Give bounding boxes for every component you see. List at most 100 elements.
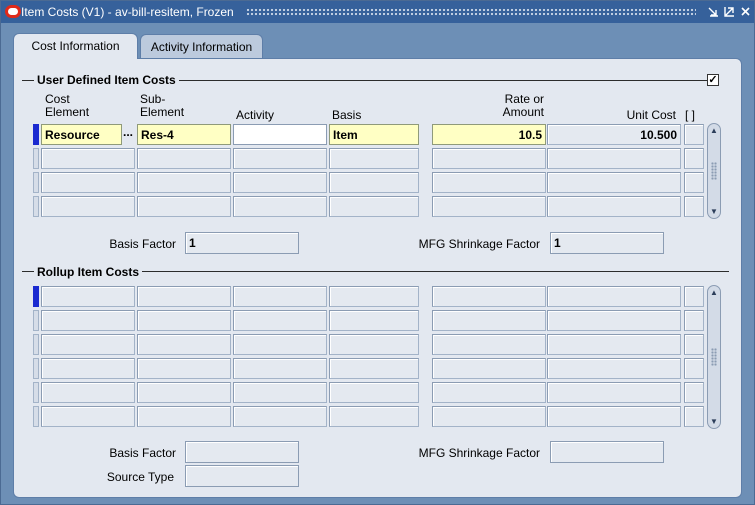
rollup-activity-field[interactable]: [233, 286, 327, 307]
cost-element-field[interactable]: [41, 196, 135, 217]
activity-field[interactable]: [233, 172, 327, 193]
rollup-sub-element-field[interactable]: [137, 334, 231, 355]
rollup-basis-field[interactable]: [329, 310, 419, 331]
unit-cost-field[interactable]: [547, 148, 681, 169]
rollup-activity-field[interactable]: [233, 334, 327, 355]
rollup-basis-field[interactable]: [329, 286, 419, 307]
descriptive-flexfield[interactable]: [684, 148, 704, 169]
rollup-rate-field[interactable]: [432, 310, 546, 331]
descriptive-flexfield[interactable]: [684, 196, 704, 217]
rate-or-amount-field[interactable]: 10.5: [432, 124, 546, 145]
close-icon[interactable]: [739, 5, 752, 18]
rollup-sub-element-field[interactable]: [137, 310, 231, 331]
rollup-activity-field[interactable]: [233, 310, 327, 331]
rate-or-amount-field[interactable]: [432, 148, 546, 169]
rollup-activity-field[interactable]: [233, 382, 327, 403]
sub-element-field[interactable]: [137, 148, 231, 169]
record-indicator[interactable]: [33, 148, 39, 169]
user-defined-checkbox[interactable]: ✓: [707, 74, 719, 86]
record-indicator[interactable]: [33, 196, 39, 217]
unit-cost-field[interactable]: [547, 196, 681, 217]
activity-field[interactable]: [233, 148, 327, 169]
sub-element-field[interactable]: [137, 172, 231, 193]
rollup-sub-element-field[interactable]: [137, 382, 231, 403]
cost-element-field[interactable]: [41, 148, 135, 169]
rollup-mfg-shrinkage-factor-field[interactable]: [550, 441, 664, 463]
basis-field[interactable]: [329, 196, 419, 217]
record-indicator[interactable]: [33, 310, 39, 331]
sub-element-field[interactable]: [137, 196, 231, 217]
descriptive-flexfield[interactable]: [684, 310, 704, 331]
rollup-unit-cost-field[interactable]: [547, 310, 681, 331]
rollup-cost-element-field[interactable]: [41, 358, 135, 379]
rollup-basis-field[interactable]: [329, 358, 419, 379]
basis-field[interactable]: Item: [329, 124, 419, 145]
scroll-thumb-grip[interactable]: [711, 348, 717, 366]
scroll-down-icon[interactable]: ▼: [709, 206, 719, 217]
rollup-basis-field[interactable]: [329, 382, 419, 403]
rate-or-amount-field[interactable]: [432, 172, 546, 193]
rollup-cost-element-field[interactable]: [41, 286, 135, 307]
record-indicator[interactable]: [33, 358, 39, 379]
scroll-up-icon[interactable]: ▲: [709, 287, 719, 298]
rollup-basis-field[interactable]: [329, 406, 419, 427]
rollup-basis-factor-field[interactable]: [185, 441, 299, 463]
mfg-shrinkage-factor-field[interactable]: 1: [550, 232, 664, 254]
record-indicator[interactable]: [33, 382, 39, 403]
sub-element-field[interactable]: Res-4: [137, 124, 231, 145]
rollup-rate-field[interactable]: [432, 406, 546, 427]
descriptive-flexfield[interactable]: [684, 334, 704, 355]
descriptive-flexfield[interactable]: [684, 382, 704, 403]
rollup-unit-cost-field[interactable]: [547, 358, 681, 379]
rollup-sub-element-field[interactable]: [137, 358, 231, 379]
scroll-down-icon[interactable]: ▼: [709, 416, 719, 427]
title-bar[interactable]: Item Costs (V1) - av-bill-resitem, Froze…: [1, 1, 754, 23]
rollup-rate-field[interactable]: [432, 382, 546, 403]
descriptive-flexfield[interactable]: [684, 358, 704, 379]
rollup-rate-field[interactable]: [432, 358, 546, 379]
record-indicator[interactable]: [33, 172, 39, 193]
rollup-cost-element-field[interactable]: [41, 382, 135, 403]
current-record-indicator[interactable]: [33, 286, 39, 307]
descriptive-flexfield[interactable]: [684, 124, 704, 145]
source-type-field[interactable]: [185, 465, 299, 487]
scroll-thumb-grip[interactable]: [711, 162, 717, 180]
rollup-activity-field[interactable]: [233, 358, 327, 379]
lov-button[interactable]: ...: [121, 124, 135, 145]
descriptive-flexfield[interactable]: [684, 406, 704, 427]
user-defined-scrollbar[interactable]: ▲ ▼: [707, 123, 721, 219]
folder-header-button[interactable]: [ ]: [685, 109, 695, 122]
rollup-unit-cost-field[interactable]: [547, 286, 681, 307]
basis-factor-field[interactable]: 1: [185, 232, 299, 254]
maximize-icon[interactable]: [723, 5, 736, 18]
rollup-cost-element-field[interactable]: [41, 334, 135, 355]
record-indicator[interactable]: [33, 406, 39, 427]
rollup-activity-field[interactable]: [233, 406, 327, 427]
rollup-cost-element-field[interactable]: [41, 406, 135, 427]
minimize-icon[interactable]: [707, 5, 720, 18]
activity-field[interactable]: [233, 196, 327, 217]
descriptive-flexfield[interactable]: [684, 286, 704, 307]
cost-element-field[interactable]: Resource: [41, 124, 122, 145]
basis-field[interactable]: [329, 172, 419, 193]
tab-activity-information[interactable]: Activity Information: [140, 34, 263, 58]
current-record-indicator[interactable]: [33, 124, 39, 145]
scroll-up-icon[interactable]: ▲: [709, 125, 719, 136]
rollup-sub-element-field[interactable]: [137, 406, 231, 427]
rollup-unit-cost-field[interactable]: [547, 382, 681, 403]
rollup-rate-field[interactable]: [432, 286, 546, 307]
rollup-scrollbar[interactable]: ▲ ▼: [707, 285, 721, 429]
unit-cost-field[interactable]: [547, 172, 681, 193]
rollup-unit-cost-field[interactable]: [547, 334, 681, 355]
rollup-cost-element-field[interactable]: [41, 310, 135, 331]
activity-field[interactable]: [233, 124, 327, 145]
rollup-rate-field[interactable]: [432, 334, 546, 355]
descriptive-flexfield[interactable]: [684, 172, 704, 193]
unit-cost-field[interactable]: 10.500: [547, 124, 681, 145]
tab-cost-information[interactable]: Cost Information: [13, 33, 138, 59]
rollup-sub-element-field[interactable]: [137, 286, 231, 307]
rollup-basis-field[interactable]: [329, 334, 419, 355]
rate-or-amount-field[interactable]: [432, 196, 546, 217]
basis-field[interactable]: [329, 148, 419, 169]
record-indicator[interactable]: [33, 334, 39, 355]
